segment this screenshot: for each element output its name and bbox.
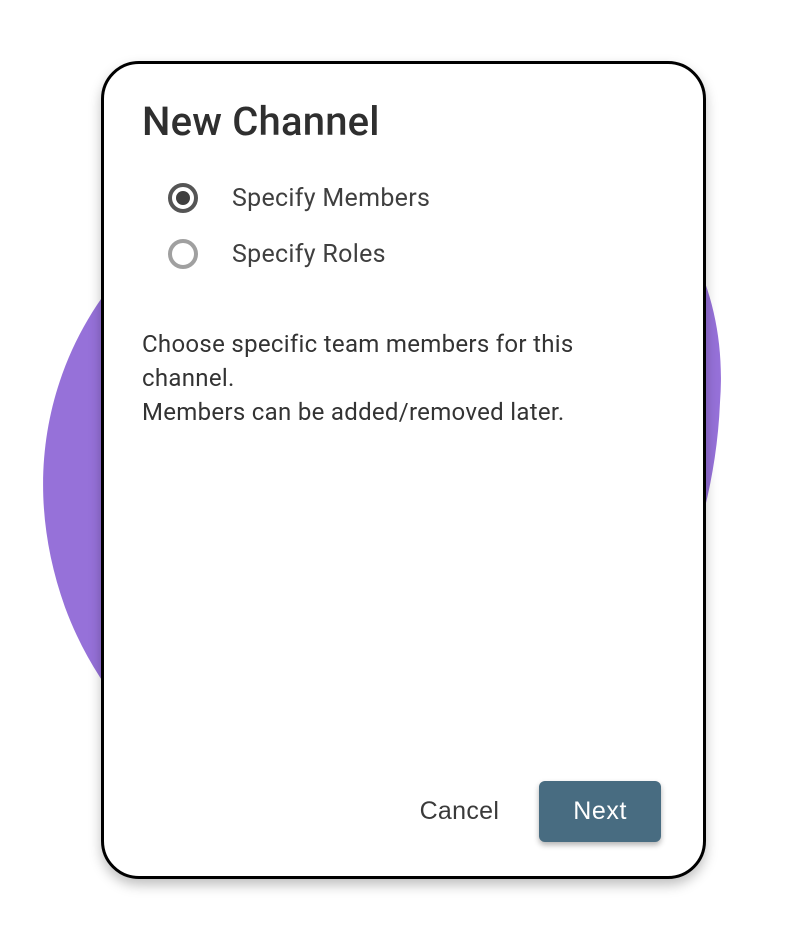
radio-specify-members[interactable]: Specify Members — [168, 183, 665, 213]
new-channel-dialog: New Channel Specify Members Specify Role… — [101, 61, 706, 879]
radio-label: Specify Members — [232, 184, 430, 213]
radio-label: Specify Roles — [232, 240, 386, 269]
cancel-button[interactable]: Cancel — [416, 789, 504, 834]
radio-unselected-icon — [168, 239, 198, 269]
description-text: Choose specific team members for this ch… — [142, 327, 665, 429]
radio-specify-roles[interactable]: Specify Roles — [168, 239, 665, 269]
next-button[interactable]: Next — [539, 781, 661, 842]
dialog-button-row: Cancel Next — [142, 781, 665, 848]
dialog-title: New Channel — [142, 98, 665, 145]
specify-radio-group: Specify Members Specify Roles — [142, 183, 665, 269]
radio-selected-icon — [168, 183, 198, 213]
